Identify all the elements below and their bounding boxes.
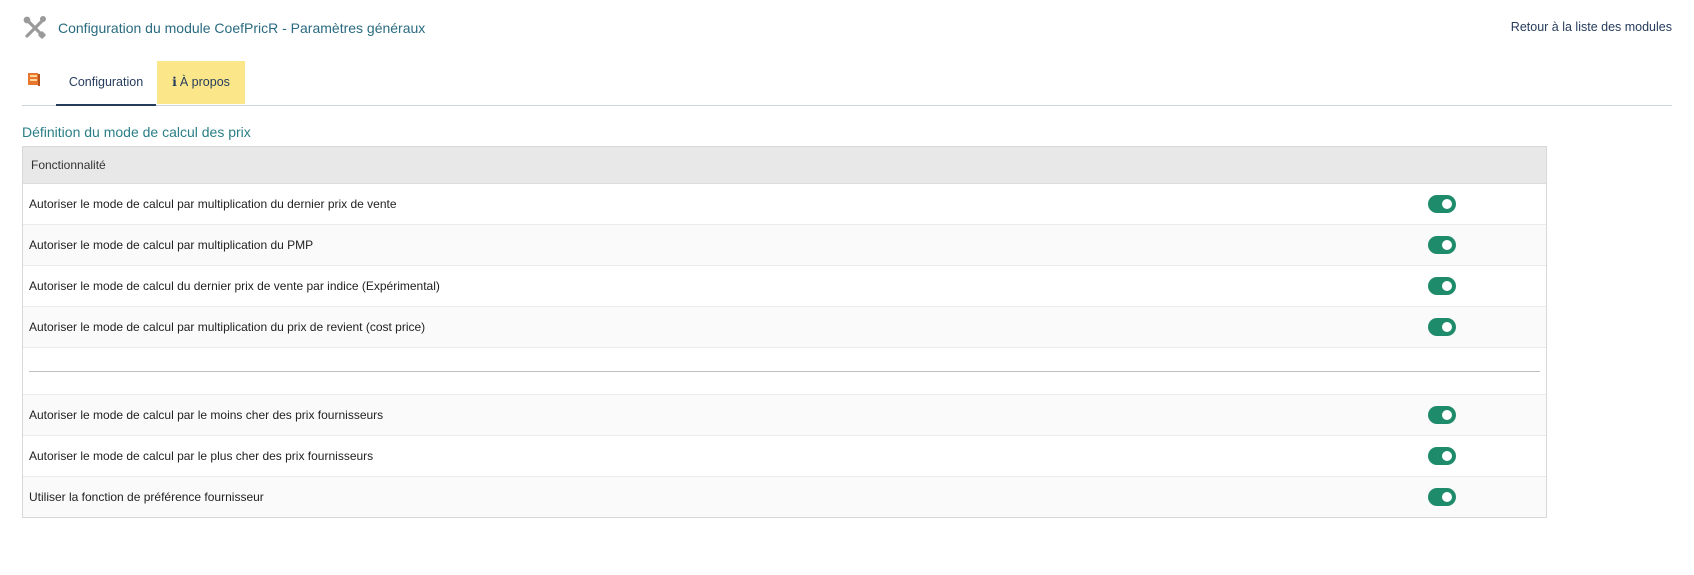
separator-row bbox=[23, 348, 1546, 395]
toggle-switch-on[interactable] bbox=[1428, 488, 1456, 506]
toggle-switch-on[interactable] bbox=[1428, 318, 1456, 336]
tools-icon bbox=[22, 15, 48, 41]
column-header-feature: Fonctionnalité bbox=[31, 158, 106, 172]
setting-label: Autoriser le mode de calcul par le moins… bbox=[29, 408, 384, 422]
setting-label: Utiliser la fonction de préférence fourn… bbox=[29, 490, 264, 504]
divider bbox=[29, 371, 1540, 372]
tab-a-propos-label: À propos bbox=[179, 75, 230, 89]
back-to-modules-link[interactable]: Retour à la liste des modules bbox=[1511, 20, 1672, 34]
setting-label: Autoriser le mode de calcul par multipli… bbox=[29, 238, 314, 252]
setting-row: Autoriser le mode de calcul du dernier p… bbox=[23, 266, 1546, 307]
info-icon: i bbox=[172, 74, 177, 89]
toggle-switch-on[interactable] bbox=[1428, 277, 1456, 295]
setting-label: Autoriser le mode de calcul par multipli… bbox=[29, 320, 426, 334]
tab-configuration-label: Configuration bbox=[68, 75, 144, 89]
toggle-switch-on[interactable] bbox=[1428, 406, 1456, 424]
setting-label: Autoriser le mode de calcul du dernier p… bbox=[29, 279, 440, 293]
settings-table: Fonctionnalité Autoriser le mode de calc… bbox=[22, 146, 1547, 518]
tab-a-propos[interactable]: iÀ propos bbox=[157, 61, 245, 104]
table-header: Fonctionnalité bbox=[23, 147, 1546, 184]
toggle-switch-on[interactable] bbox=[1428, 195, 1456, 213]
setting-row: Utiliser la fonction de préférence fourn… bbox=[23, 477, 1546, 517]
setting-label: Autoriser le mode de calcul par multipli… bbox=[29, 197, 397, 211]
setting-row: Autoriser le mode de calcul par le plus … bbox=[23, 436, 1546, 477]
section-title: Définition du mode de calcul des prix bbox=[22, 124, 251, 140]
toggle-switch-on[interactable] bbox=[1428, 447, 1456, 465]
module-logo-icon[interactable] bbox=[28, 73, 40, 87]
page-header: Configuration du module CoefPricR - Para… bbox=[22, 14, 1672, 42]
setting-row: Autoriser le mode de calcul par multipli… bbox=[23, 184, 1546, 225]
setting-row: Autoriser le mode de calcul par multipli… bbox=[23, 307, 1546, 348]
setting-row: Autoriser le mode de calcul par multipli… bbox=[23, 225, 1546, 266]
page-title: Configuration du module CoefPricR - Para… bbox=[58, 20, 426, 36]
setting-row: Autoriser le mode de calcul par le moins… bbox=[23, 395, 1546, 436]
toggle-switch-on[interactable] bbox=[1428, 236, 1456, 254]
setting-label: Autoriser le mode de calcul par le plus … bbox=[29, 449, 374, 463]
tab-bar: Configuration iÀ propos bbox=[22, 61, 1672, 106]
tab-configuration[interactable]: Configuration bbox=[56, 61, 156, 106]
